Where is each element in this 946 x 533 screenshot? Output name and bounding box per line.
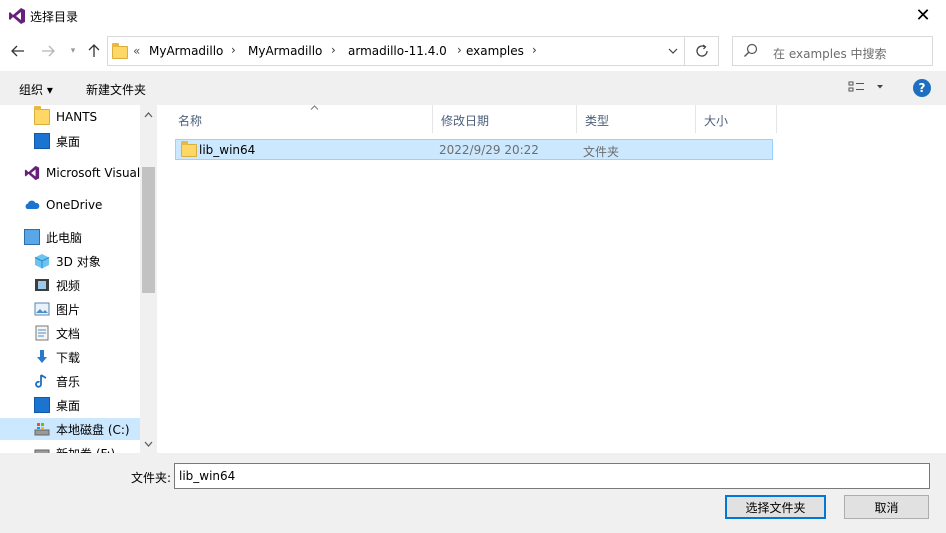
chevron-right-icon[interactable]: › <box>231 43 236 57</box>
sidebar-item-music[interactable]: 音乐 <box>34 370 80 392</box>
sidebar-item-label: 桌面 <box>56 134 81 149</box>
folder-icon <box>34 106 50 125</box>
sidebar-item-this-pc[interactable]: 此电脑 <box>24 226 82 248</box>
column-header-name[interactable]: 名称 <box>170 105 433 133</box>
sidebar-item-label: 音乐 <box>56 374 81 389</box>
desktop-icon <box>34 397 50 413</box>
sidebar-item-label: 本地磁盘 (C:) <box>56 422 130 437</box>
column-header-type[interactable]: 类型 <box>577 105 696 133</box>
picture-icon <box>34 302 50 316</box>
sidebar-item-label: 文档 <box>56 326 81 341</box>
organize-button[interactable]: 组织 ▾ <box>19 81 53 98</box>
scrollbar-thumb[interactable] <box>142 167 155 293</box>
new-folder-button[interactable]: 新建文件夹 <box>86 81 146 98</box>
close-button[interactable]: ✕ <box>900 0 946 31</box>
sidebar-item-label: 此电脑 <box>46 230 83 245</box>
cube-icon <box>34 254 50 269</box>
document-icon <box>35 325 49 341</box>
back-arrow-icon[interactable] <box>8 41 28 61</box>
sidebar-item-desktop[interactable]: 桌面 <box>34 130 80 152</box>
sort-ascending-icon <box>310 103 319 113</box>
sidebar-item-documents[interactable]: 文档 <box>34 322 80 344</box>
footer-bar: 文件夹: lib_win64 选择文件夹 取消 <box>0 453 946 533</box>
chevron-down-icon[interactable] <box>668 44 678 57</box>
chevron-right-icon[interactable]: › <box>331 43 336 57</box>
sidebar-item-label: 图片 <box>56 302 81 317</box>
visual-studio-icon <box>9 8 25 24</box>
visual-studio-icon <box>24 165 40 181</box>
sidebar-item-label: OneDrive <box>46 198 103 212</box>
breadcrumb-item[interactable]: examples <box>466 44 524 58</box>
folder-icon <box>181 141 197 157</box>
sidebar-item-videos[interactable]: 视频 <box>34 274 80 296</box>
chevron-right-icon[interactable]: › <box>457 43 462 57</box>
select-folder-button[interactable]: 选择文件夹 <box>725 495 826 519</box>
sidebar-item-label: 桌面 <box>56 398 81 413</box>
drive-icon <box>34 423 50 436</box>
column-header-modified[interactable]: 修改日期 <box>433 105 577 133</box>
forward-arrow-icon[interactable] <box>38 41 58 61</box>
title-bar: 选择目录 ✕ <box>0 0 946 31</box>
breadcrumb-item[interactable]: armadillo-11.4.0 <box>348 44 447 58</box>
folder-icon <box>112 43 128 59</box>
folder-name-input[interactable]: lib_win64 <box>174 463 930 489</box>
breadcrumb-item[interactable]: MyArmadillo <box>248 44 322 58</box>
file-name: lib_win64 <box>199 143 256 157</box>
download-icon <box>37 350 47 363</box>
music-icon <box>35 374 47 388</box>
sidebar-item-volume-f[interactable]: 新加卷 (F:) <box>34 442 115 453</box>
sidebar-item-downloads[interactable]: 下载 <box>34 346 80 368</box>
search-icon <box>744 43 758 57</box>
recent-locations-icon[interactable]: ▾ <box>63 41 83 61</box>
sidebar-item-hants[interactable]: HANTS <box>34 106 97 128</box>
sidebar-item-label: 下载 <box>56 350 81 365</box>
up-arrow-icon[interactable] <box>84 41 104 61</box>
sidebar-item-3d-objects[interactable]: 3D 对象 <box>34 250 101 272</box>
help-icon[interactable]: ? <box>913 79 931 97</box>
video-icon <box>35 279 49 291</box>
navigation-bar: ▾ « MyArmadillo › MyArmadillo › armadill… <box>0 33 946 69</box>
command-toolbar: 组织 ▾ 新建文件夹 ? <box>0 71 946 105</box>
drive-icon <box>34 449 50 453</box>
breadcrumb-overflow[interactable]: « <box>133 44 140 58</box>
table-row[interactable]: lib_win64 2022/9/29 20:22 文件夹 <box>175 139 773 160</box>
desktop-icon <box>34 133 50 149</box>
sidebar-item-local-disk-c[interactable]: 本地磁盘 (C:) <box>0 418 140 440</box>
sidebar-item-label: Microsoft Visual <box>46 166 141 180</box>
file-list: 名称 修改日期 类型 大小 lib_win64 2022/9/29 20:22 … <box>158 105 946 453</box>
refresh-icon <box>695 44 708 57</box>
window-title: 选择目录 <box>30 10 79 24</box>
column-header-size[interactable]: 大小 <box>696 105 777 133</box>
sidebar-item-label: 视频 <box>56 278 81 293</box>
file-modified: 2022/9/29 20:22 <box>439 143 539 157</box>
folder-field-label: 文件夹: <box>131 471 172 485</box>
sidebar-item-onedrive[interactable]: OneDrive <box>24 194 102 216</box>
scroll-down-icon[interactable] <box>140 435 157 452</box>
column-label: 名称 <box>178 114 203 128</box>
file-type: 文件夹 <box>583 145 620 159</box>
sidebar-item-label: 3D 对象 <box>56 254 101 269</box>
cancel-button[interactable]: 取消 <box>844 495 929 519</box>
cloud-icon <box>25 200 40 209</box>
sidebar-item-label: 新加卷 (F:) <box>56 445 115 454</box>
column-label: 修改日期 <box>441 114 490 128</box>
search-input[interactable]: 在 examples 中搜索 <box>773 45 887 62</box>
sidebar-item-pictures[interactable]: 图片 <box>34 298 80 320</box>
column-label: 大小 <box>704 114 729 128</box>
sidebar-item-microsoft-visual[interactable]: Microsoft Visual <box>24 162 140 184</box>
column-label: 类型 <box>585 114 610 128</box>
chevron-right-icon[interactable]: › <box>532 43 537 57</box>
sidebar-item-label: HANTS <box>56 110 98 124</box>
address-bar[interactable]: « MyArmadillo › MyArmadillo › armadillo-… <box>107 36 685 66</box>
navigation-pane: HANTS 桌面 Microsoft Visual OneDrive 此电脑 3… <box>0 105 158 453</box>
sidebar-scrollbar[interactable] <box>140 105 157 453</box>
search-box[interactable]: 在 examples 中搜索 <box>732 36 933 66</box>
sidebar-item-desktop[interactable]: 桌面 <box>34 394 80 416</box>
breadcrumb-item[interactable]: MyArmadillo <box>149 44 223 58</box>
refresh-button[interactable] <box>685 36 719 66</box>
view-options-icon[interactable] <box>848 81 884 96</box>
scroll-up-icon[interactable] <box>140 106 157 123</box>
computer-icon <box>24 229 40 245</box>
